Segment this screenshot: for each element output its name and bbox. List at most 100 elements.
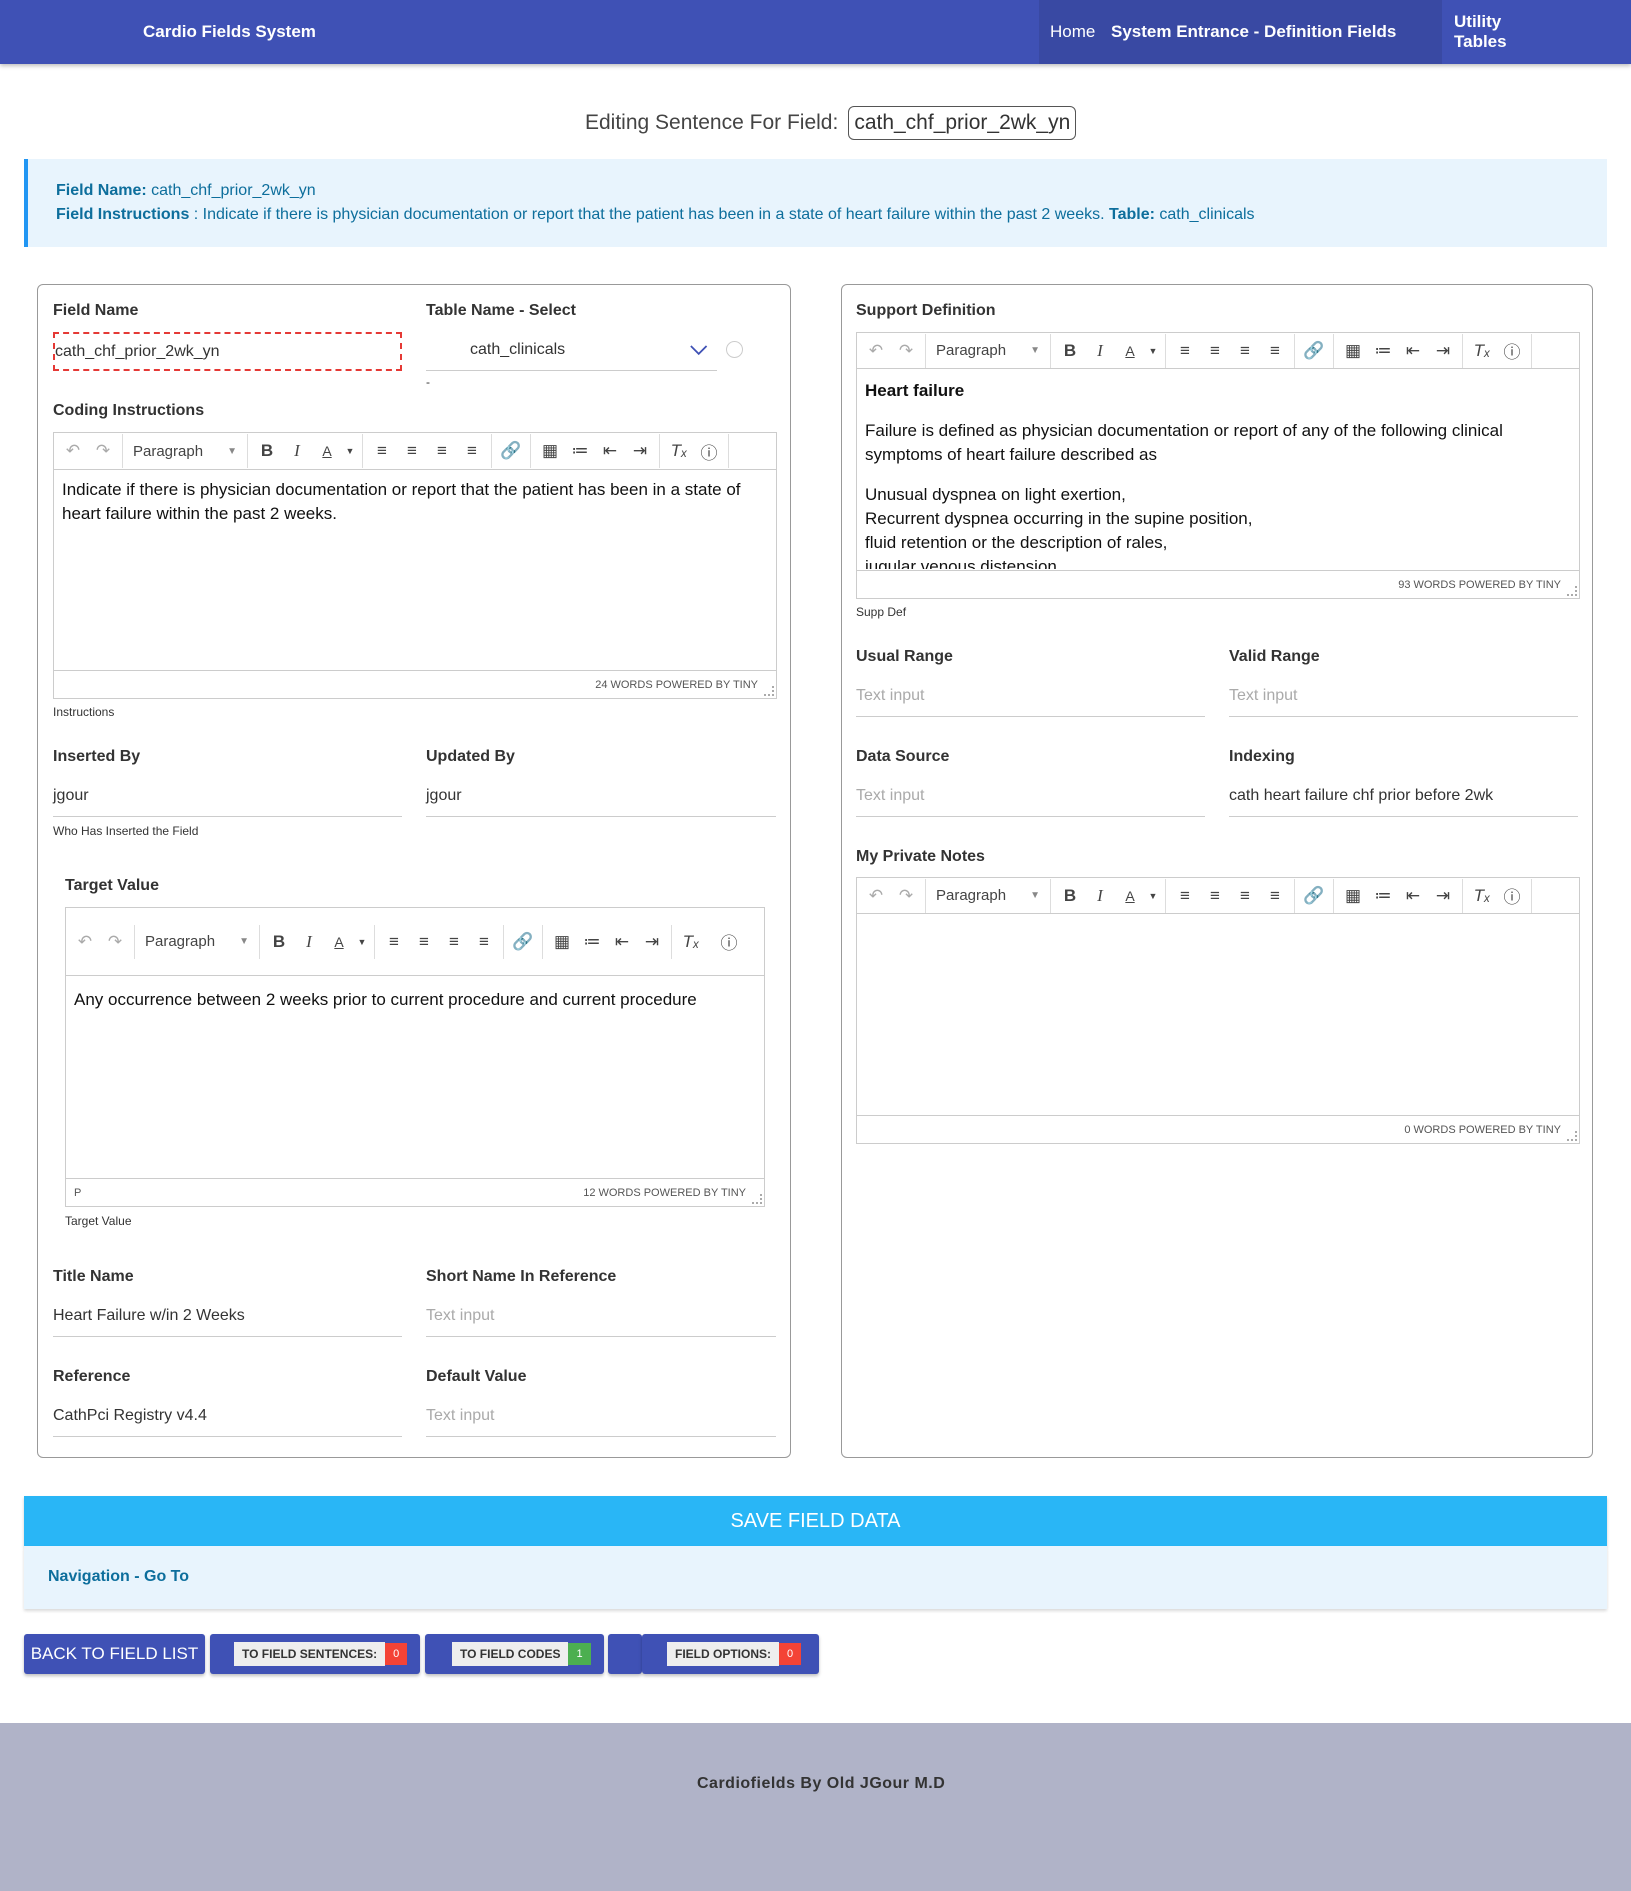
undo-icon[interactable]: ↶ [861,881,891,911]
clear-format-icon[interactable]: Tₓ [1467,336,1497,366]
numbered-list-icon[interactable]: ≔ [1368,336,1398,366]
align-justify-icon[interactable]: ≡ [1260,881,1290,911]
title-name-input[interactable]: Heart Failure w/in 2 Weeks [53,1297,402,1337]
caret-icon[interactable]: ▼ [342,436,358,466]
help-icon[interactable]: ⓘ [714,927,744,957]
block-format-select[interactable]: Paragraph ▼ [127,436,243,466]
redo-icon[interactable]: ↷ [100,927,130,957]
nav-utility-tables[interactable]: Utility Tables [1442,0,1553,64]
reference-input[interactable]: CathPci Registry v4.4 [53,1397,402,1437]
bold-icon[interactable]: B [252,436,282,466]
short-name-input[interactable]: Text input [426,1297,776,1337]
redo-icon[interactable]: ↷ [891,336,921,366]
bold-icon[interactable]: B [1055,881,1085,911]
align-center-icon[interactable]: ≡ [1200,336,1230,366]
caret-icon[interactable]: ▼ [1145,336,1161,366]
align-right-icon[interactable]: ≡ [439,927,469,957]
outdent-icon[interactable]: ⇤ [1398,881,1428,911]
save-field-data-button[interactable]: SAVE FIELD DATA [24,1496,1607,1546]
private-notes-editor[interactable]: ↶ ↷ Paragraph ▼ B I A ▼ ≡ ≡ ≡ ≡ 🔗 ▦ ≔ ⇤ ⇥… [856,877,1580,1144]
resize-handle[interactable] [1567,1131,1577,1141]
bold-icon[interactable]: B [1055,336,1085,366]
redo-icon[interactable]: ↷ [891,881,921,911]
redo-icon[interactable]: ↷ [88,436,118,466]
text-color-icon[interactable]: A [324,927,354,957]
align-center-icon[interactable]: ≡ [409,927,439,957]
block-format-select[interactable]: Paragraph ▼ [930,881,1046,911]
outdent-icon[interactable]: ⇤ [1398,336,1428,366]
block-format-select[interactable]: Paragraph ▼ [139,927,255,957]
numbered-list-icon[interactable]: ≔ [1368,881,1398,911]
default-value-input[interactable]: Text input [426,1397,776,1437]
indexing-input[interactable]: cath heart failure chf prior before 2wk [1229,777,1578,817]
align-right-icon[interactable]: ≡ [1230,336,1260,366]
text-color-icon[interactable]: A [1115,336,1145,366]
undo-icon[interactable]: ↶ [861,336,891,366]
indent-icon[interactable]: ⇥ [1428,336,1458,366]
italic-icon[interactable]: I [282,436,312,466]
block-format-select[interactable]: Paragraph ▼ [930,336,1046,366]
table-icon[interactable]: ▦ [547,927,577,957]
resize-handle[interactable] [752,1194,762,1204]
help-icon[interactable]: ⓘ [1497,336,1527,366]
nav-home[interactable]: Home [1039,0,1099,64]
text-color-icon[interactable]: A [312,436,342,466]
undo-icon[interactable]: ↶ [58,436,88,466]
target-editor-body[interactable]: Any occurrence between 2 weeks prior to … [66,980,764,1178]
field-name-input[interactable]: cath_chf_prior_2wk_yn [53,332,402,371]
clear-format-icon[interactable]: Tₓ [664,436,694,466]
table-icon[interactable]: ▦ [1338,881,1368,911]
table-icon[interactable]: ▦ [1338,336,1368,366]
align-justify-icon[interactable]: ≡ [469,927,499,957]
table-name-select[interactable]: cath_clinicals ⌵ [426,326,717,371]
brand-title[interactable]: Cardio Fields System [143,22,316,42]
undo-icon[interactable]: ↶ [70,927,100,957]
bold-icon[interactable]: B [264,927,294,957]
link-icon[interactable]: 🔗 [1299,336,1329,366]
navigation-goto-toggle[interactable]: Navigation - Go To [48,1568,189,1586]
resize-handle[interactable] [1567,586,1577,596]
numbered-list-icon[interactable]: ≔ [577,927,607,957]
indent-icon[interactable]: ⇥ [637,927,667,957]
italic-icon[interactable]: I [294,927,324,957]
to-field-sentences-button[interactable]: TO FIELD SENTENCES: 0 [210,1634,420,1674]
updated-by-input[interactable]: jgour [426,777,776,817]
caret-icon[interactable]: ▼ [354,927,370,957]
clear-format-icon[interactable]: Tₓ [676,927,706,957]
help-icon[interactable]: ⓘ [694,436,724,466]
coding-instructions-editor[interactable]: ↶ ↷ Paragraph ▼ B I A ▼ ≡ ≡ ≡ ≡ 🔗 ▦ ≔ ⇤ ⇥… [53,432,777,699]
resize-handle[interactable] [764,686,774,696]
align-justify-icon[interactable]: ≡ [1260,336,1290,366]
italic-icon[interactable]: I [1085,336,1115,366]
back-to-field-list-button[interactable]: BACK TO FIELD LIST [24,1634,205,1674]
link-icon[interactable]: 🔗 [496,436,526,466]
blank-action-button[interactable] [608,1634,642,1674]
support-definition-editor[interactable]: ↶ ↷ Paragraph ▼ B I A ▼ ≡ ≡ ≡ ≡ 🔗 ▦ ≔ ⇤ ⇥… [856,332,1580,599]
table-icon[interactable]: ▦ [535,436,565,466]
indent-icon[interactable]: ⇥ [1428,881,1458,911]
outdent-icon[interactable]: ⇤ [607,927,637,957]
help-icon[interactable]: ⓘ [1497,881,1527,911]
align-center-icon[interactable]: ≡ [1200,881,1230,911]
support-editor-body[interactable]: Heart failure Failure is defined as phys… [857,369,1579,569]
coding-editor-body[interactable]: Indicate if there is physician documenta… [54,470,776,670]
notes-editor-body[interactable] [857,914,1579,1115]
link-icon[interactable]: 🔗 [1299,881,1329,911]
text-color-icon[interactable]: A [1115,881,1145,911]
nav-definition-fields[interactable]: System Entrance - Definition Fields [1099,0,1442,64]
to-field-codes-button[interactable]: TO FIELD CODES 1 [425,1634,604,1674]
field-options-button[interactable]: FIELD OPTIONS: 0 [642,1634,819,1674]
align-left-icon[interactable]: ≡ [1170,336,1200,366]
usual-range-input[interactable]: Text input [856,677,1205,717]
align-justify-icon[interactable]: ≡ [457,436,487,466]
align-left-icon[interactable]: ≡ [1170,881,1200,911]
indent-icon[interactable]: ⇥ [625,436,655,466]
italic-icon[interactable]: I [1085,881,1115,911]
align-right-icon[interactable]: ≡ [427,436,457,466]
inserted-by-input[interactable]: jgour [53,777,402,817]
align-left-icon[interactable]: ≡ [379,927,409,957]
outdent-icon[interactable]: ⇤ [595,436,625,466]
data-source-input[interactable]: Text input [856,777,1205,817]
clear-format-icon[interactable]: Tₓ [1467,881,1497,911]
caret-icon[interactable]: ▼ [1145,881,1161,911]
